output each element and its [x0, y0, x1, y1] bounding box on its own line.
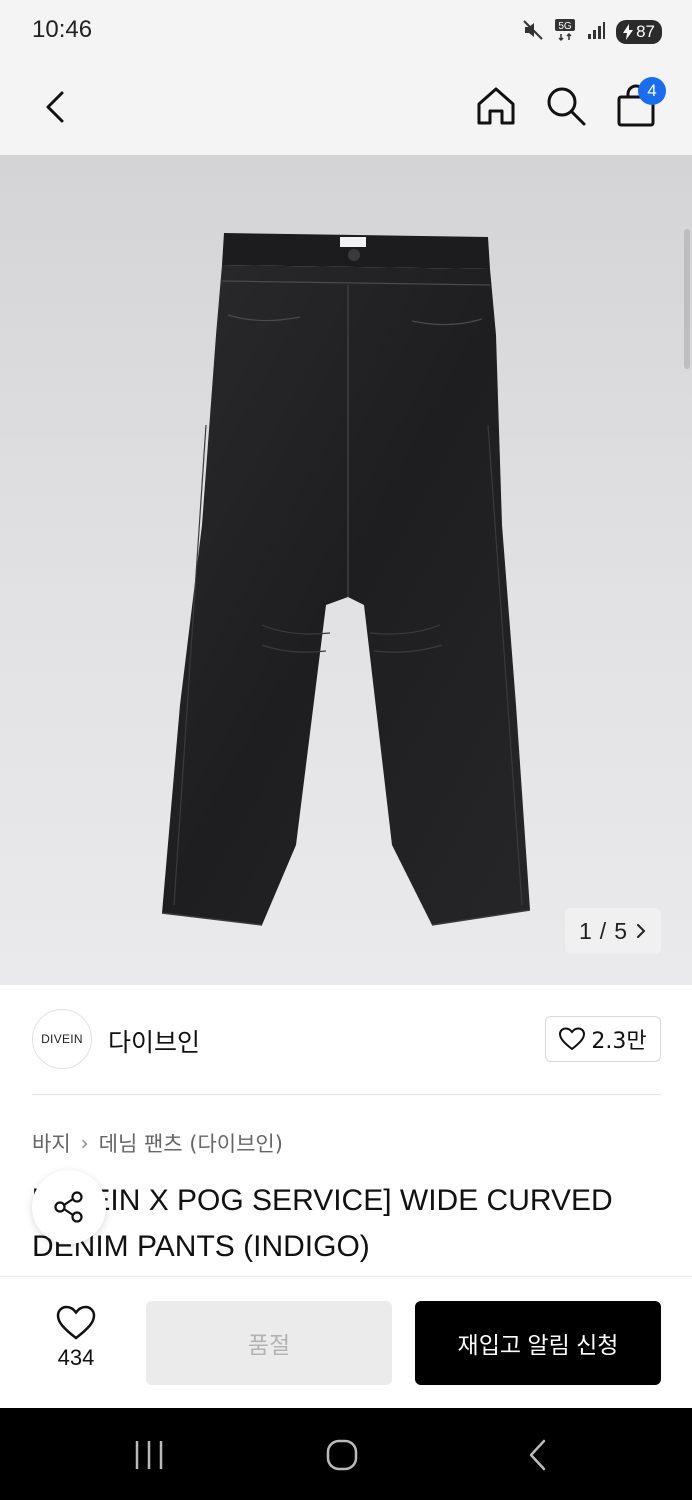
search-icon: [547, 87, 586, 126]
breadcrumb-subcategory[interactable]: 데님 팬츠 (다이브인): [99, 1128, 283, 1158]
gallery-current: 1: [579, 917, 592, 944]
brand-row: DIVEIN 다이브인 2.3만: [0, 985, 692, 1095]
5g-icon: 5G: [554, 18, 576, 46]
share-icon: [54, 1191, 83, 1223]
svg-text:5G: 5G: [558, 21, 572, 32]
status-bar: 10:46 5G 87: [0, 0, 692, 64]
home-icon: [477, 87, 515, 125]
product-image: [161, 233, 531, 926]
battery-level: 87: [636, 22, 655, 41]
wishlist-count: 434: [57, 1345, 95, 1370]
back-arrow-icon: [529, 1439, 546, 1471]
gallery-total: 5: [614, 917, 627, 944]
bottom-action-bar: 434 품절 재입고 알림 신청: [0, 1276, 692, 1408]
scrollbar-thumb[interactable]: [684, 229, 690, 369]
soldout-button: 품절: [146, 1301, 392, 1385]
divider: [32, 1094, 661, 1095]
breadcrumb: 바지 › 데님 팬츠 (다이브인): [32, 1128, 283, 1158]
cart-button[interactable]: 4: [608, 77, 666, 132]
chevron-right-icon: ›: [80, 1131, 89, 1155]
heart-icon: [559, 1027, 586, 1051]
home-button[interactable]: [470, 80, 522, 132]
search-button[interactable]: [540, 80, 592, 132]
gallery-separator: /: [599, 917, 607, 944]
recent-apps-icon: [135, 1441, 163, 1469]
mute-icon: [522, 19, 544, 45]
status-time: 10:46: [32, 16, 93, 43]
brand-logo[interactable]: DIVEIN: [32, 1009, 92, 1069]
restock-notify-button[interactable]: 재입고 알림 신청: [415, 1301, 661, 1385]
battery-icon: 87: [616, 20, 662, 44]
gallery-pager[interactable]: 1 / 5: [565, 908, 661, 954]
back-nav-button[interactable]: [507, 1430, 567, 1480]
back-button[interactable]: [30, 82, 80, 132]
breadcrumb-category[interactable]: 바지: [32, 1128, 71, 1158]
share-button[interactable]: [32, 1170, 106, 1244]
system-nav-bar: [0, 1408, 692, 1500]
app-header: 4: [0, 64, 692, 155]
brand-logo-text: DIVEIN: [41, 1032, 83, 1046]
recent-apps-button[interactable]: [119, 1430, 179, 1480]
signal-icon: [586, 20, 606, 44]
back-icon: [46, 91, 64, 123]
product-image-gallery[interactable]: 1 / 5: [0, 155, 692, 985]
brand-like-count: 2.3만: [591, 1029, 647, 1054]
brand-name[interactable]: 다이브인: [108, 1023, 200, 1059]
heart-icon: [56, 1305, 96, 1340]
home-nav-button[interactable]: [312, 1430, 372, 1480]
wishlist-button[interactable]: 434: [40, 1305, 112, 1381]
cart-count-badge: 4: [638, 77, 666, 105]
status-icons: 5G 87: [522, 18, 662, 46]
chevron-right-icon: [636, 924, 646, 938]
product-title: [DIVEIN X POG SERVICE] WIDE CURVED DENIM…: [32, 1184, 613, 1263]
home-circle-icon: [326, 1439, 358, 1471]
brand-like-button[interactable]: 2.3만: [545, 1016, 661, 1062]
